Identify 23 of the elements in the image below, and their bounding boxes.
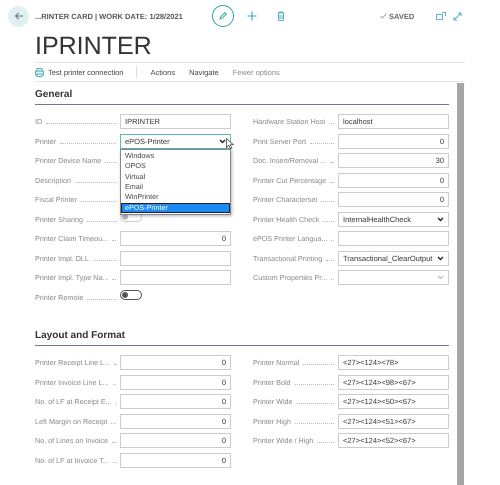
section-title: General — [35, 82, 449, 105]
checkmark-icon — [380, 13, 387, 19]
chevron-icon — [437, 275, 444, 280]
scrollbar[interactable] — [457, 83, 464, 485]
chevron-icon — [437, 256, 444, 261]
input-field[interactable] — [338, 231, 449, 246]
lookup-field[interactable] — [338, 270, 449, 286]
add-button[interactable] — [247, 11, 257, 21]
expand-button[interactable] — [453, 12, 462, 20]
back-button[interactable] — [8, 6, 29, 26]
page-title: IPRINTER — [35, 32, 153, 62]
edit-button[interactable] — [212, 5, 234, 27]
input-field[interactable] — [120, 270, 231, 286]
printer-icon — [35, 68, 45, 76]
back-arrow-icon — [14, 12, 24, 20]
section-title: Layout and Format — [35, 323, 449, 346]
delete-button[interactable] — [277, 11, 285, 21]
input-field[interactable] — [120, 250, 231, 266]
pencil-icon — [218, 11, 228, 21]
open-new-window-button[interactable] — [436, 12, 446, 20]
toggle-switch[interactable] — [120, 290, 142, 300]
chevron-icon — [219, 138, 226, 144]
chevron-icon — [437, 216, 444, 222]
